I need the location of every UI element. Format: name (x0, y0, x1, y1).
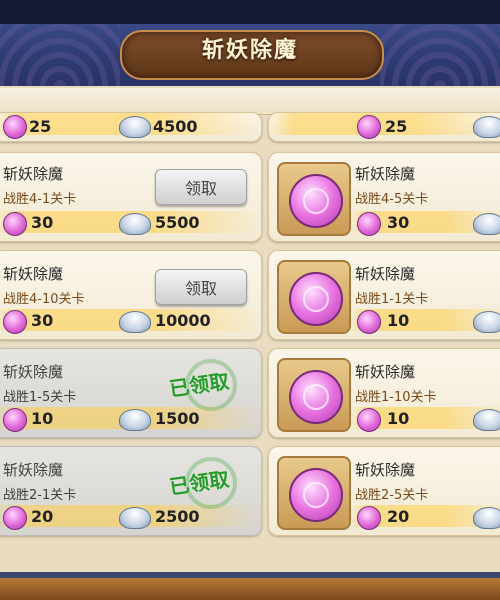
card-condition: 战胜2-5关卡 (355, 488, 429, 503)
pink-gem-icon (3, 310, 27, 334)
card-title: 斩妖除魔 (3, 165, 64, 183)
title-banner: 斩妖除魔 (0, 24, 500, 88)
pink-gem-icon (357, 310, 381, 334)
reward-card-right-3: 斩妖除魔 战胜1-10关卡 10 (268, 348, 500, 438)
pink-gem-icon (357, 408, 381, 432)
card-condition: 战胜4-10关卡 (3, 292, 85, 307)
card-condition: 战胜1-5关卡 (3, 390, 77, 405)
gem-amount: 30 (387, 213, 410, 232)
status-bar (0, 0, 500, 24)
reward-card-left-2: 斩妖除魔 战胜4-10关卡 30 10000 领取 (0, 250, 262, 340)
silver-ingot-icon (473, 409, 500, 431)
reward-card-right-1: 斩妖除魔 战胜4-5关卡 30 (268, 152, 500, 242)
gem-amount: 20 (31, 507, 54, 526)
silver-amount: 4500 (153, 117, 198, 136)
gem-amount: 10 (387, 311, 410, 330)
reward-card-partial-left: 25 4500 (0, 112, 262, 142)
pink-gem-icon (357, 115, 381, 139)
reward-card-left-4: 斩妖除魔 战胜2-1关卡 20 2500 已领取 (0, 446, 262, 536)
card-condition: 战胜2-1关卡 (3, 488, 77, 503)
jade-token-frame (277, 162, 351, 236)
claim-button[interactable]: 领取 (155, 269, 247, 305)
card-title: 斩妖除魔 (3, 265, 64, 283)
jade-token-frame (277, 456, 351, 530)
silver-ingot-icon (473, 116, 500, 138)
gem-amount: 30 (31, 213, 54, 232)
card-condition: 战胜4-5关卡 (355, 192, 429, 207)
card-title: 斩妖除魔 (3, 363, 64, 381)
gem-amount: 25 (29, 117, 52, 136)
silver-amount: 5500 (155, 213, 200, 232)
card-title: 斩妖除魔 (355, 363, 416, 381)
silver-amount: 1500 (155, 409, 200, 428)
jade-token-icon (289, 174, 343, 228)
card-title: 斩妖除魔 (355, 265, 416, 283)
silver-ingot-icon (473, 311, 500, 333)
gem-amount: 10 (387, 409, 410, 428)
pink-gem-icon (3, 212, 27, 236)
banner-ornament-right (380, 24, 500, 86)
reward-card-left-1: 斩妖除魔 战胜4-1关卡 30 5500 领取 (0, 152, 262, 242)
card-condition: 战胜1-1关卡 (355, 292, 429, 307)
card-title: 斩妖除魔 (3, 461, 64, 479)
reward-card-right-2: 斩妖除魔 战胜1-1关卡 10 (268, 250, 500, 340)
jade-token-icon (289, 272, 343, 326)
silver-amount: 2500 (155, 507, 200, 526)
silver-ingot-icon (119, 116, 151, 138)
silver-ingot-icon (473, 507, 500, 529)
jade-token-frame (277, 260, 351, 334)
panel-top-bar (0, 88, 500, 115)
jade-token-frame (277, 358, 351, 432)
pink-gem-icon (3, 506, 27, 530)
claim-button[interactable]: 领取 (155, 169, 247, 205)
pink-gem-icon (3, 408, 27, 432)
silver-ingot-icon (119, 311, 151, 333)
silver-amount: 10000 (155, 311, 211, 330)
silver-ingot-icon (119, 213, 151, 235)
card-condition: 战胜1-10关卡 (355, 390, 437, 405)
reward-card-left-3: 斩妖除魔 战胜1-5关卡 10 1500 已领取 (0, 348, 262, 438)
gem-amount: 20 (387, 507, 410, 526)
gem-amount: 25 (385, 117, 408, 136)
jade-token-icon (289, 370, 343, 424)
pink-gem-icon (357, 212, 381, 236)
pink-gem-icon (3, 115, 27, 139)
silver-ingot-icon (119, 409, 151, 431)
gem-amount: 30 (31, 311, 54, 330)
silver-ingot-icon (473, 213, 500, 235)
card-condition: 战胜4-1关卡 (3, 192, 77, 207)
page-title: 斩妖除魔 (201, 38, 298, 63)
silver-ingot-icon (119, 507, 151, 529)
reward-card-partial-right: 25 (268, 112, 500, 142)
bottom-frame (0, 578, 500, 600)
gem-amount: 10 (31, 409, 54, 428)
jade-token-icon (289, 468, 343, 522)
reward-card-right-4: 斩妖除魔 战胜2-5关卡 20 (268, 446, 500, 536)
card-title: 斩妖除魔 (355, 165, 416, 183)
card-title: 斩妖除魔 (355, 461, 416, 479)
pink-gem-icon (357, 506, 381, 530)
banner-ornament-left (0, 24, 120, 86)
